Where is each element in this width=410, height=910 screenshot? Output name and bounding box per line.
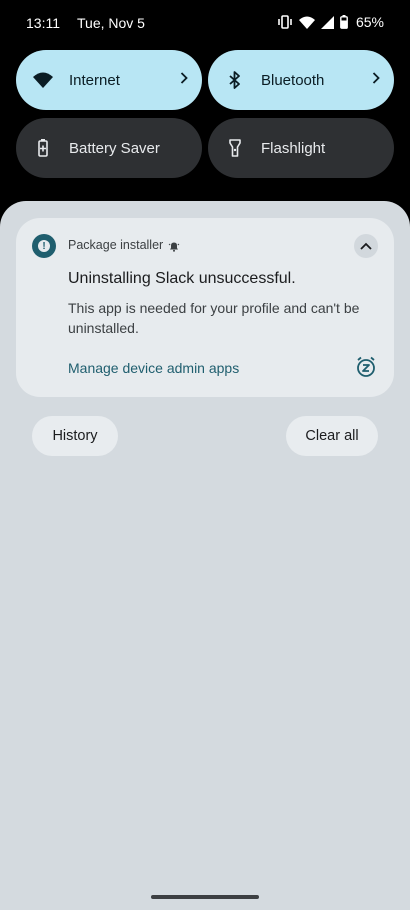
history-button[interactable]: History bbox=[32, 416, 118, 456]
alert-icon: ! bbox=[38, 240, 50, 252]
collapse-button[interactable] bbox=[354, 234, 378, 258]
tile-label: Bluetooth bbox=[261, 71, 325, 89]
alert-bell-icon bbox=[168, 239, 180, 257]
chevron-right-icon bbox=[180, 71, 188, 88]
tile-label: Internet bbox=[69, 71, 120, 89]
tile-flashlight[interactable]: Flashlight bbox=[208, 118, 394, 178]
app-name: Package installer bbox=[68, 238, 164, 252]
status-icons: 65% bbox=[277, 14, 384, 30]
status-time: 13:11 bbox=[26, 15, 60, 31]
tile-internet[interactable]: Internet bbox=[16, 50, 202, 110]
battery-percentage: 65% bbox=[355, 14, 384, 30]
tile-label: Battery Saver bbox=[69, 139, 160, 157]
status-bar: 13:11 Tue, Nov 5 65% bbox=[0, 0, 410, 46]
chevron-up-icon bbox=[360, 237, 372, 255]
chevron-right-icon bbox=[372, 71, 380, 88]
battery-saver-icon bbox=[33, 138, 53, 158]
navigation-handle[interactable] bbox=[151, 895, 259, 899]
status-date: Tue, Nov 5 bbox=[77, 15, 145, 31]
battery-icon bbox=[340, 15, 348, 29]
notification-card[interactable]: ! Package installer Uninstalling Slack u… bbox=[16, 218, 394, 397]
tile-label: Flashlight bbox=[261, 139, 326, 157]
snooze-icon[interactable] bbox=[355, 356, 377, 383]
clear-all-button[interactable]: Clear all bbox=[286, 416, 378, 456]
wifi-icon bbox=[33, 70, 53, 90]
flashlight-icon bbox=[225, 138, 245, 158]
notification-title: Uninstalling Slack unsuccessful. bbox=[68, 270, 296, 287]
notification-body: This app is needed for your profile and … bbox=[68, 300, 360, 336]
tile-battery-saver[interactable]: Battery Saver bbox=[16, 118, 202, 178]
vibrate-icon bbox=[277, 15, 293, 29]
manage-device-admin-apps-link[interactable]: Manage device admin apps bbox=[68, 360, 239, 376]
app-icon: ! bbox=[32, 234, 56, 258]
tile-bluetooth[interactable]: Bluetooth bbox=[208, 50, 394, 110]
wifi-status-icon bbox=[298, 16, 315, 29]
bluetooth-icon bbox=[225, 70, 245, 90]
signal-icon bbox=[320, 15, 334, 29]
